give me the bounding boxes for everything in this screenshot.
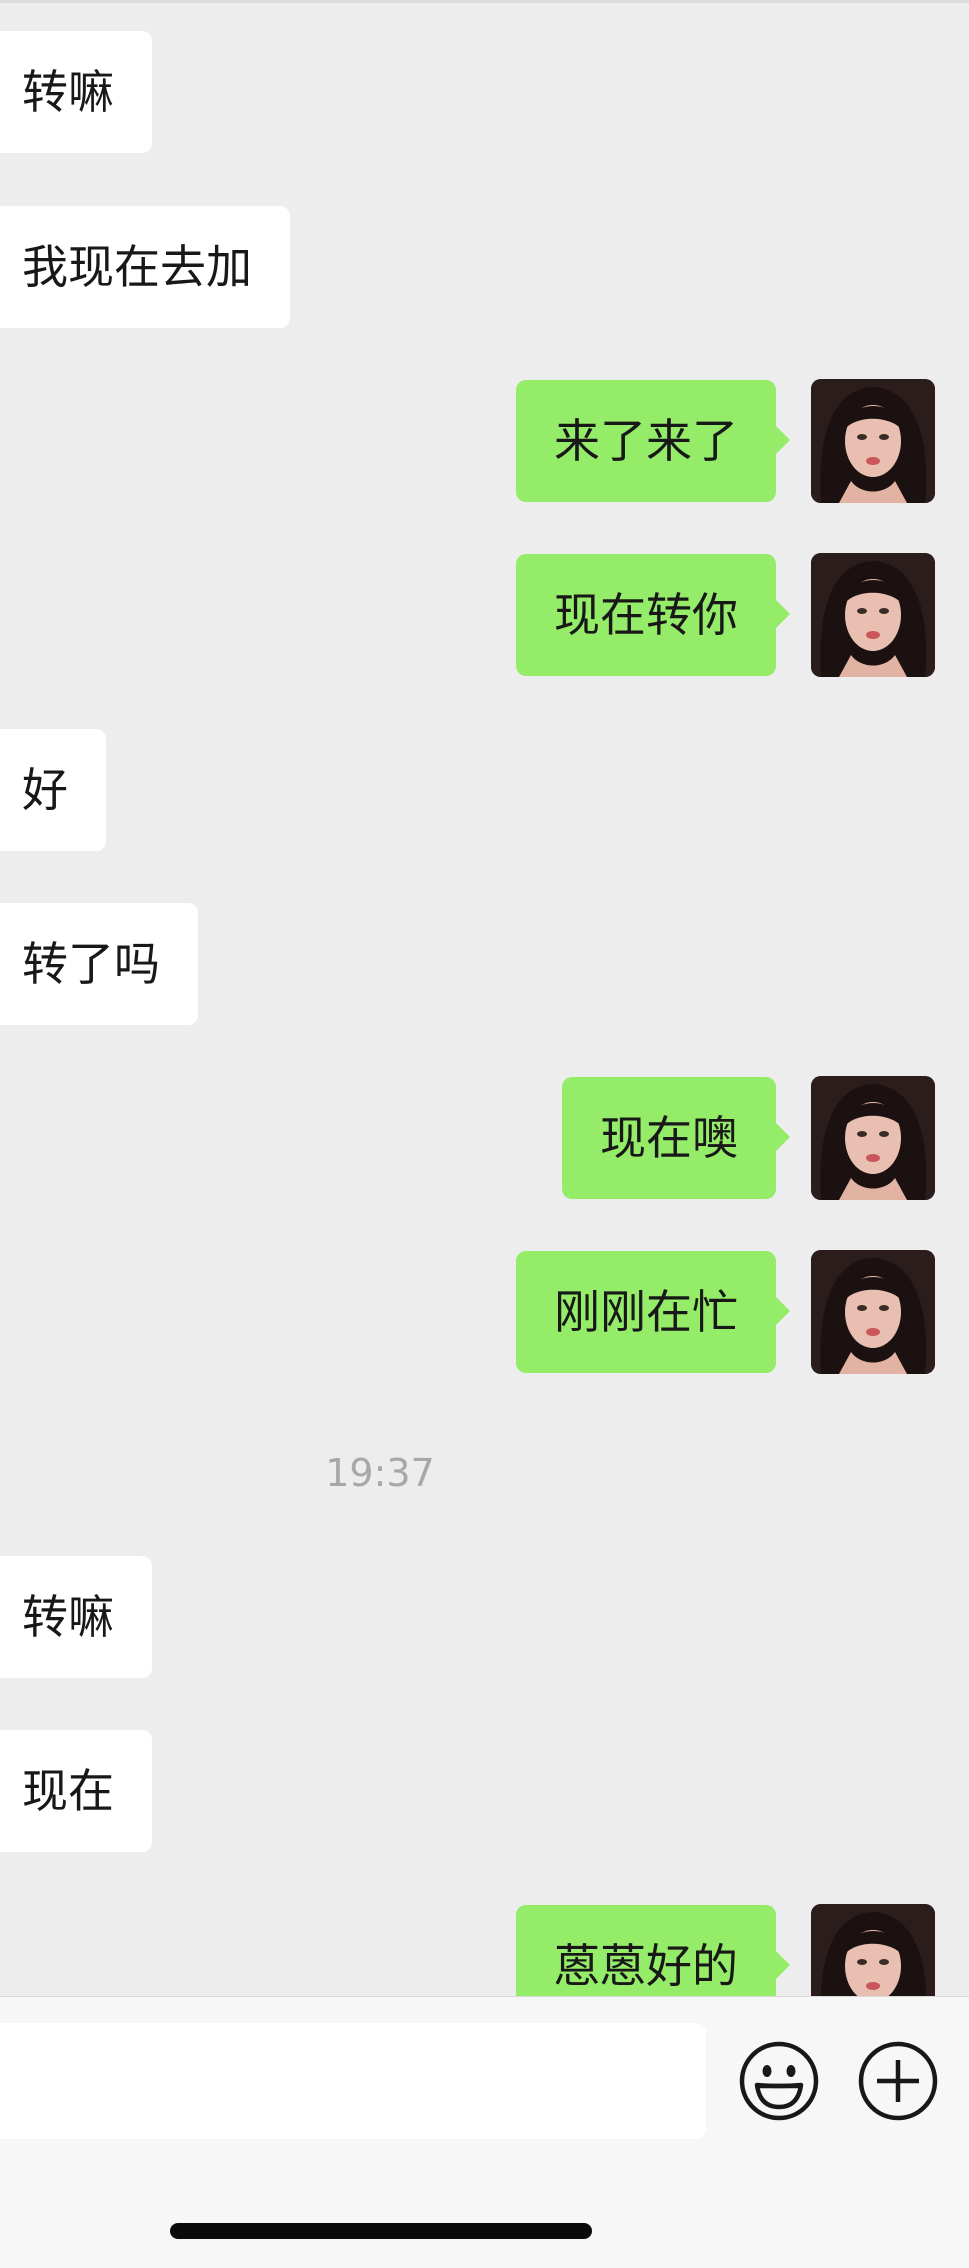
input-bar (0, 1996, 969, 2268)
message-outgoing: 现在噢 (0, 1076, 969, 1200)
message-outgoing: 现在转你 (0, 553, 969, 677)
message-input[interactable] (0, 2023, 706, 2139)
incoming-bubble[interactable]: 转嘛 (0, 31, 152, 153)
incoming-bubble[interactable]: 转嘛 (0, 1556, 152, 1678)
message-text: 刚刚在忙 (554, 1285, 738, 1339)
incoming-bubble[interactable]: 转了吗 (0, 903, 198, 1025)
avatar-image (811, 1904, 935, 1996)
bubble-tail (776, 1297, 790, 1325)
message-text: 好 (22, 763, 68, 817)
avatar[interactable] (811, 1076, 935, 1200)
timestamp: 19:37 (325, 1451, 435, 1495)
avatar-image (811, 1076, 935, 1200)
message-text: 现在 (22, 1764, 114, 1818)
more-button[interactable] (857, 2040, 939, 2122)
bubble-tail (776, 426, 790, 454)
message-outgoing: 蒽蒽好的 (0, 1904, 969, 1996)
smiley-icon (739, 2041, 819, 2121)
outgoing-bubble[interactable]: 蒽蒽好的 (516, 1905, 790, 1996)
message-text: 我现在去加 (22, 240, 252, 294)
message-outgoing: 刚刚在忙 (0, 1250, 969, 1374)
message-text: 来了来了 (554, 414, 738, 468)
message-list[interactable]: 转嘛 我现在去加 来了来了 现在转你 好 转了吗 现在噢 刚刚在忙 19:37 … (0, 0, 969, 1996)
message-outgoing: 来了来了 (0, 379, 969, 503)
bubble-tail (776, 600, 790, 628)
outgoing-bubble[interactable]: 来了来了 (516, 380, 790, 502)
avatar-image (811, 553, 935, 677)
avatar-image (811, 1250, 935, 1374)
plus-circle-icon (858, 2041, 938, 2121)
avatar[interactable] (811, 1250, 935, 1374)
avatar-image (811, 379, 935, 503)
outgoing-bubble[interactable]: 现在转你 (516, 554, 790, 676)
message-text: 转嘛 (22, 1590, 114, 1644)
outgoing-bubble[interactable]: 现在噢 (562, 1077, 790, 1199)
message-text: 转嘛 (22, 65, 114, 119)
bubble-tail (776, 1951, 790, 1979)
message-text: 现在转你 (554, 588, 738, 642)
incoming-bubble[interactable]: 好 (0, 729, 106, 851)
home-indicator[interactable] (170, 2223, 592, 2239)
avatar[interactable] (811, 553, 935, 677)
bubble-tail (776, 1123, 790, 1151)
avatar[interactable] (811, 1904, 935, 1996)
message-text: 转了吗 (22, 937, 160, 991)
message-text: 现在噢 (600, 1111, 738, 1165)
emoji-button[interactable] (738, 2040, 820, 2122)
incoming-bubble[interactable]: 现在 (0, 1730, 152, 1852)
message-text: 蒽蒽好的 (554, 1939, 738, 1993)
incoming-bubble[interactable]: 我现在去加 (0, 206, 290, 328)
avatar[interactable] (811, 379, 935, 503)
outgoing-bubble[interactable]: 刚刚在忙 (516, 1251, 790, 1373)
